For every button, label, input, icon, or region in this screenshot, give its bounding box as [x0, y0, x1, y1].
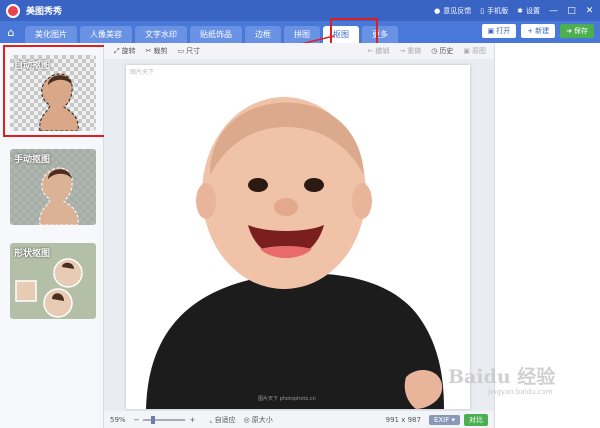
edit-toolbar: ⤢ 旋转 ✂ 裁剪 ▭ 尺寸 ← 撤销 → 重做 ◷ 历史 ▣ 原图	[104, 43, 494, 59]
title-bar: 美图秀秀 ● 意见反馈 ▯ 手机版 ✱ 设置 — □ ✕	[0, 0, 600, 21]
cutout-tab-highlight	[330, 18, 378, 45]
shape-cutout-card[interactable]: 形状抠图	[10, 243, 96, 319]
gear-icon: ✱	[517, 6, 523, 15]
tab-text[interactable]: 文字水印	[135, 26, 187, 43]
baby-photo	[146, 97, 444, 409]
tab-collage[interactable]: 拼图	[284, 26, 320, 43]
undo-icon: ←	[367, 47, 374, 55]
chat-icon: ●	[434, 6, 441, 15]
maximize-button[interactable]: □	[567, 6, 576, 16]
history-button[interactable]: ◷ 历史	[431, 46, 453, 56]
canvas-area: 图片天下 图片天下 photophoto.cn	[104, 59, 494, 411]
manual-cutout-label: 手动抠图	[14, 155, 51, 165]
status-bar: 59% − + ⌞ 自适应 ◎ 原大小 991 x 987 EXIF ▾ 对比	[104, 411, 494, 428]
original-button[interactable]: ▣ 原图	[463, 46, 486, 56]
image-icon: ▣	[487, 27, 495, 35]
baidu-watermark-url: jingyan.baidu.com	[488, 388, 553, 396]
manual-cutout-card[interactable]: 手动抠图	[10, 149, 96, 225]
fit-icon: ⌞	[209, 415, 213, 424]
crop-button[interactable]: ✂ 裁剪	[146, 46, 168, 56]
tab-beautify[interactable]: 美化图片	[25, 26, 77, 43]
exif-button[interactable]: EXIF ▾	[428, 414, 460, 425]
redo-button[interactable]: → 重做	[399, 46, 421, 56]
tab-portrait[interactable]: 人像美容	[80, 26, 132, 43]
redo-icon: →	[399, 47, 406, 55]
zoom-out-button[interactable]: −	[134, 416, 140, 424]
undo-button[interactable]: ← 撤销	[368, 46, 390, 56]
app-name: 美图秀秀	[26, 7, 63, 17]
rotate-icon: ⤢	[114, 46, 120, 55]
magnifier-icon: ◎	[243, 415, 250, 424]
auto-cutout-highlight	[3, 45, 106, 137]
save-icon: ➜	[566, 27, 572, 35]
zoom-level: 59%	[110, 415, 126, 424]
zoom-slider-handle[interactable]	[151, 415, 156, 424]
open-button[interactable]: ▣ 打开	[481, 24, 517, 38]
actual-size-button[interactable]: ◎ 原大小	[244, 415, 273, 425]
fit-button[interactable]: ⌞ 自适应	[209, 415, 235, 425]
baidu-watermark: Baidu 经验	[448, 366, 556, 388]
compare-button[interactable]: 对比	[464, 413, 488, 426]
rotate-button[interactable]: ⤢ 旋转	[114, 46, 136, 56]
zoom-slider[interactable]	[143, 415, 186, 424]
resize-icon: ▭	[177, 47, 185, 55]
phone-icon: ▯	[480, 6, 485, 15]
tab-stickers[interactable]: 贴纸饰品	[190, 26, 242, 43]
phone-version-button[interactable]: ▯ 手机版	[480, 6, 508, 16]
scissors-icon: ✂	[145, 47, 152, 55]
image-dimensions: 991 x 987	[385, 415, 421, 424]
tab-frame[interactable]: 边框	[245, 26, 281, 43]
app-logo-icon	[6, 3, 20, 18]
new-button[interactable]: + 新建	[521, 24, 556, 38]
save-button[interactable]: ➜ 保存	[560, 24, 594, 38]
minimize-button[interactable]: —	[549, 6, 558, 16]
canvas-footer-text: 图片天下 photophoto.cn	[256, 395, 318, 402]
plus-icon: +	[527, 27, 534, 35]
size-button[interactable]: ▭ 尺寸	[177, 46, 200, 56]
clock-icon: ◷	[431, 47, 438, 55]
home-icon[interactable]: ⌂	[0, 21, 22, 43]
image-canvas[interactable]: 图片天下 图片天下 photophoto.cn	[126, 65, 470, 409]
image-icon: ▣	[463, 47, 470, 55]
zoom-in-button[interactable]: +	[189, 416, 195, 424]
shape-cutout-label: 形状抠图	[14, 249, 51, 259]
settings-button[interactable]: ✱ 设置	[517, 6, 540, 16]
close-button[interactable]: ✕	[585, 6, 594, 16]
feedback-button[interactable]: ● 意见反馈	[434, 6, 471, 16]
